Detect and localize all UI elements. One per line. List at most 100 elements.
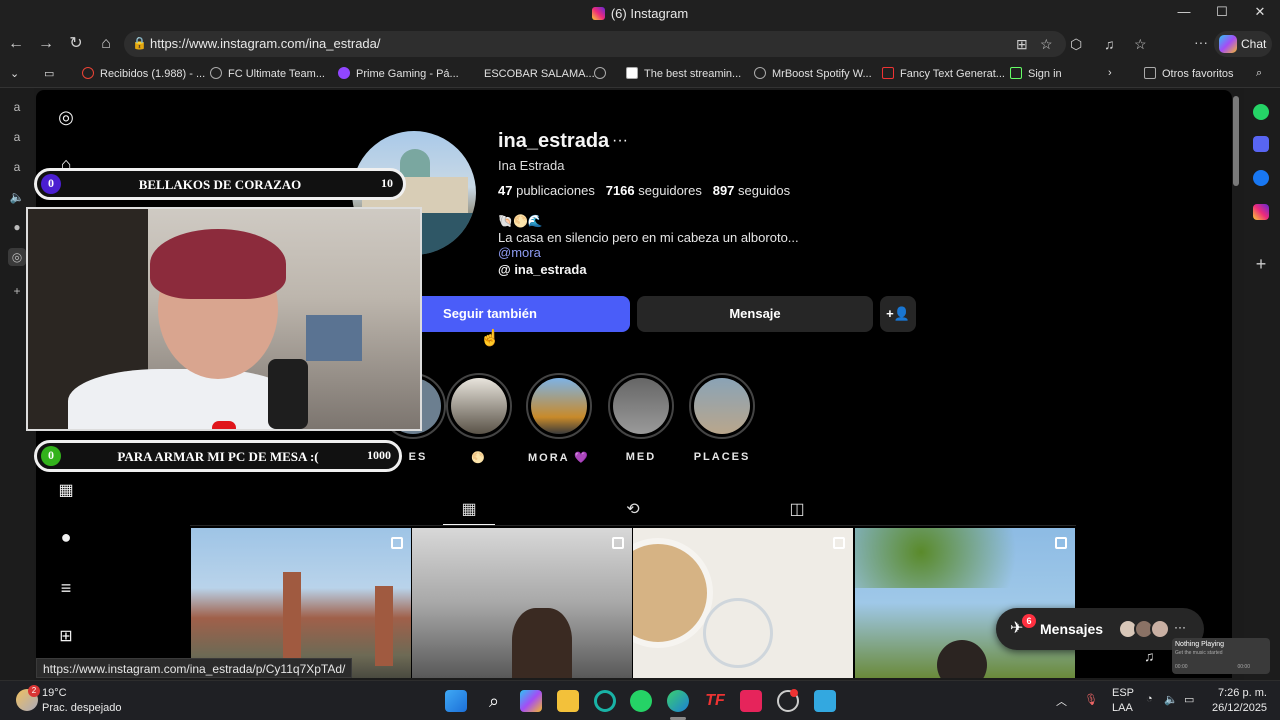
wifi-icon[interactable]: ◔ [1146,693,1153,705]
dashboard-icon[interactable]: ▦ [54,480,78,504]
clock-date[interactable]: 26/12/2025 [1212,702,1267,714]
bookmark-label: Prime Gaming - Pá... [356,68,459,80]
favorites-icon[interactable]: ☆ [1134,36,1147,53]
window-titlebar: (6) Instagram — ☐ ✕ [0,0,1280,28]
threads-link[interactable]: @ ina_estrada [498,262,587,277]
instagram-icon[interactable] [1253,204,1269,220]
home-icon[interactable]: ⌂ [96,34,116,54]
coin-tab-icon[interactable]: ● [8,218,26,236]
more-menu-icon[interactable]: ··· [1194,34,1208,50]
clock-time[interactable]: 7:26 p. m. [1218,687,1267,699]
highlight-places[interactable] [689,373,755,439]
new-tab-icon[interactable]: + [8,282,26,300]
bookmark-fc-ultimate[interactable]: FC Ultimate Team... [210,67,325,80]
add-person-icon[interactable]: +👤 [880,296,916,332]
url-text[interactable]: https://www.instagram.com/ina_estrada/ [150,36,381,51]
app-c-icon[interactable] [594,690,616,712]
bookmarks-overflow-icon[interactable]: › [1108,67,1112,79]
scrollbar[interactable] [1233,96,1239,186]
highlight-med[interactable] [608,373,674,439]
edge-taskbar-icon[interactable] [667,690,689,712]
followers-count: 7166 [605,183,635,198]
profile-options-icon[interactable]: ··· [612,132,628,150]
bookmark-label: Recibidos (1.988) - ... [100,68,206,80]
search-icon[interactable]: ⌕ [1256,67,1262,80]
globe-bookmark[interactable] [594,67,612,80]
grid-icon[interactable]: ▦ [459,499,479,519]
highlight-mora[interactable] [526,373,592,439]
profile-nav-icon[interactable]: ● [54,527,78,551]
profile-bio: La casa en silencio pero en mi cabeza un… [498,230,799,245]
volume-icon[interactable]: 🔈 [1164,693,1178,706]
bookmark-streaming[interactable]: The best streamin... [626,67,741,80]
discord-icon[interactable] [1253,136,1269,152]
copilot-taskbar-icon[interactable] [520,690,542,712]
other-favorites[interactable]: Otros favoritos [1144,67,1234,80]
reload-icon[interactable]: ↻ [66,34,86,54]
bookmark-fancy-text[interactable]: Fancy Text Generat... [882,67,1005,80]
weather-temp: 19°C [42,687,67,699]
media-icon[interactable]: ♫ [1104,36,1115,52]
recording-indicator [212,421,236,429]
instagram-tab-icon[interactable]: ◎ [8,248,26,266]
now-playing-title: Nothing Playing [1175,641,1225,648]
copilot-chat-button[interactable]: Chat [1214,31,1272,57]
amazon-tab-icon[interactable]: a [8,158,26,176]
file-explorer-icon[interactable] [557,690,579,712]
profile-full-name: Ina Estrada [498,158,565,173]
highlight-moon[interactable] [446,373,512,439]
extensions-icon[interactable]: ⬡ [1070,36,1082,53]
bookmarks-chevron-icon[interactable]: ⌄ [10,67,19,80]
tab-actions-icon[interactable]: ▭ [44,67,54,80]
tray-overflow-icon[interactable]: ︿ [1056,693,1067,709]
bookmark-escobar[interactable]: ESCOBAR SALAMA... [466,67,595,80]
message-button[interactable]: Mensaje [637,296,873,332]
followers-stat[interactable]: 7166 seguidores [606,183,702,198]
whatsapp-taskbar-icon[interactable] [630,690,652,712]
start-icon[interactable] [445,690,467,712]
close-button[interactable]: ✕ [1246,4,1274,24]
tagged-icon[interactable]: ◫ [787,499,807,519]
following-stat[interactable]: 897 seguidos [713,183,790,198]
post-thumbnail[interactable] [191,528,411,678]
gmail-icon [82,67,94,79]
amazon-tab-icon[interactable]: a [8,128,26,146]
maximize-button[interactable]: ☐ [1208,4,1236,24]
battery-icon[interactable]: ▭ [1184,693,1194,706]
speaker-tab-icon[interactable]: 🔈 [8,188,26,206]
post-thumbnail[interactable] [412,528,632,678]
menu-icon[interactable]: ≡ [54,578,78,602]
globe-icon [754,67,766,79]
tiktok-icon[interactable] [740,690,762,712]
apps-icon[interactable]: ⊞ [1016,36,1028,53]
whatsapp-icon[interactable] [1253,104,1269,120]
microphone-icon[interactable]: 🎙 [1084,693,1098,706]
language-code[interactable]: ESP [1112,687,1134,699]
address-bar[interactable]: 🔒 https://www.instagram.com/ina_estrada/… [124,31,1066,57]
mouse-cursor: ☝ [480,330,500,347]
instagram-logo-icon[interactable]: ◎ [54,107,78,131]
amazon-tab-icon[interactable]: a [8,98,26,116]
favorite-star-icon[interactable]: ☆ [1040,36,1053,53]
reels-icon[interactable]: ⟲ [623,499,643,519]
bookmark-prime-gaming[interactable]: Prime Gaming - Pá... [338,67,459,80]
language-variant[interactable]: LAA [1112,702,1133,714]
bio-mention-link[interactable]: @mora [498,245,541,260]
bookmark-gmail[interactable]: Recibidos (1.988) - ... [82,67,205,80]
add-app-icon[interactable]: + [1253,255,1269,273]
forward-icon[interactable]: → [36,34,56,54]
glass [703,598,773,668]
post-thumbnail[interactable] [633,528,853,678]
search-taskbar-icon[interactable]: ⌕ [483,690,505,712]
minimize-button[interactable]: — [1170,4,1198,24]
post-thumbnail[interactable] [855,528,1075,678]
tiktok-studio-icon[interactable]: TF [704,690,726,712]
bookmark-sign-in[interactable]: Sign in [1010,67,1062,80]
facebook-icon[interactable] [1253,170,1269,186]
also-from-meta-icon[interactable]: ⊞ [54,626,78,650]
back-icon[interactable]: ← [6,34,26,54]
goal-bar-top: 0 BELLAKOS DE CORAZAO 10 [34,168,406,200]
bookmark-mrboost[interactable]: MrBoost Spotify W... [754,67,872,80]
notepad-icon[interactable] [814,690,836,712]
now-playing-widget[interactable]: Nothing Playing Get the music started 00… [1172,638,1270,674]
